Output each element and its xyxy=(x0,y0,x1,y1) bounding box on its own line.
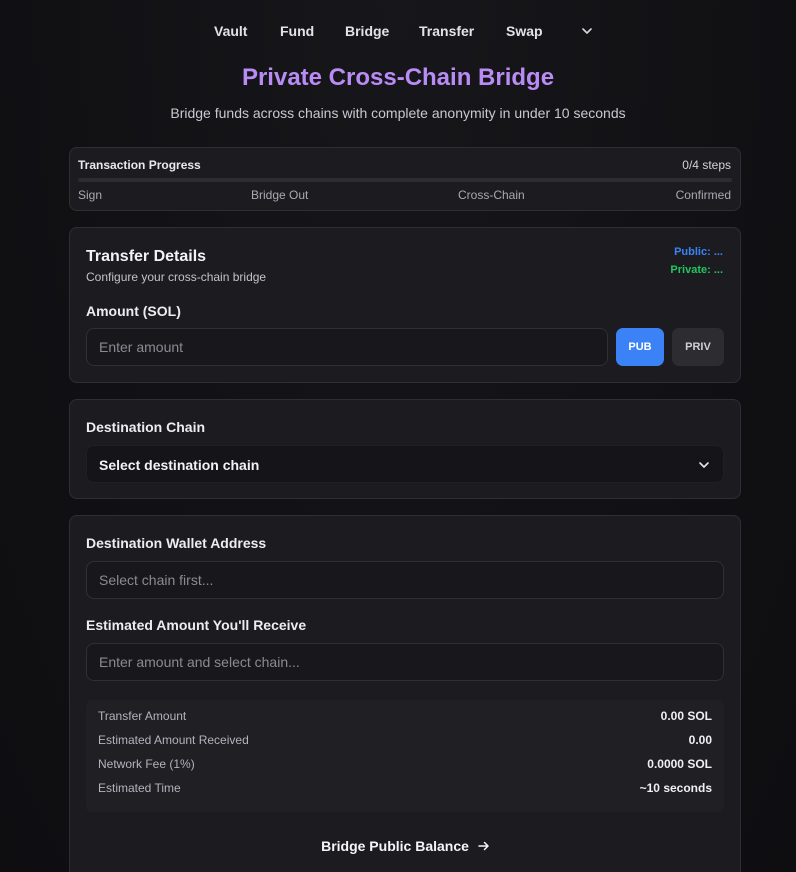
priv-button[interactable]: PRIV xyxy=(672,328,724,366)
step-confirmed: Confirmed xyxy=(675,188,731,202)
public-balance: Public: ... xyxy=(674,246,723,258)
page-subtitle: Bridge funds across chains with complete… xyxy=(170,105,626,121)
transfer-summary: Transfer Amount 0.00 SOL Estimated Amoun… xyxy=(86,700,724,812)
amount-input[interactable] xyxy=(86,328,608,366)
step-cross-chain: Cross-Chain xyxy=(458,188,525,202)
nav-swap[interactable]: Swap xyxy=(506,23,543,39)
destination-chain-label: Destination Chain xyxy=(86,419,206,435)
arrow-right-icon xyxy=(478,841,489,851)
pub-button[interactable]: PUB xyxy=(616,328,664,366)
wallet-address-label: Destination Wallet Address xyxy=(86,535,267,551)
estimated-amount-field[interactable] xyxy=(86,643,724,681)
summary-value: 0.00 xyxy=(688,733,712,747)
nav-transfer[interactable]: Transfer xyxy=(419,23,474,39)
nav-vault[interactable]: Vault xyxy=(214,23,247,39)
nav-bridge[interactable]: Bridge xyxy=(345,23,389,39)
chevron-down-icon[interactable] xyxy=(580,24,594,38)
progress-count: 0/4 steps xyxy=(682,158,731,172)
summary-row: Estimated Time ~10 seconds xyxy=(98,781,712,797)
destination-wallet-card: Destination Wallet Address Estimated Amo… xyxy=(69,515,741,872)
estimated-amount-label: Estimated Amount You'll Receive xyxy=(86,617,307,633)
destination-chain-select[interactable]: Select destination chain xyxy=(86,445,724,483)
destination-chain-value: Select destination chain xyxy=(99,457,260,473)
summary-label: Network Fee (1%) xyxy=(98,757,195,771)
summary-row: Network Fee (1%) 0.0000 SOL xyxy=(98,757,712,773)
wallet-address-input[interactable] xyxy=(86,561,724,599)
nav-fund[interactable]: Fund xyxy=(280,23,314,39)
transfer-details-subtitle: Configure your cross-chain bridge xyxy=(86,270,267,284)
transfer-details-card: Transfer Details Configure your cross-ch… xyxy=(69,227,741,383)
progress-card: Transaction Progress 0/4 steps Sign Brid… xyxy=(69,147,741,211)
summary-row: Estimated Amount Received 0.00 xyxy=(98,733,712,749)
summary-value: 0.00 SOL xyxy=(660,709,712,723)
bridge-button-label: Bridge Public Balance xyxy=(321,838,469,854)
summary-value: ~10 seconds xyxy=(639,781,712,795)
summary-label: Transfer Amount xyxy=(98,709,187,723)
progress-label: Transaction Progress xyxy=(78,158,201,172)
top-nav: Vault Fund Bridge Transfer Swap xyxy=(0,0,796,62)
summary-row: Transfer Amount 0.00 SOL xyxy=(98,709,712,725)
page-title: Private Cross-Chain Bridge xyxy=(241,64,555,91)
summary-value: 0.0000 SOL xyxy=(647,757,712,771)
chevron-down-icon xyxy=(699,462,709,468)
summary-label: Estimated Time xyxy=(98,781,181,795)
step-bridge-out: Bridge Out xyxy=(251,188,309,202)
private-balance: Private: ... xyxy=(670,264,723,276)
bridge-public-balance-button[interactable]: Bridge Public Balance xyxy=(290,834,522,858)
amount-label: Amount (SOL) xyxy=(86,303,181,319)
step-sign: Sign xyxy=(78,188,103,202)
transfer-details-title: Transfer Details xyxy=(86,248,207,265)
progress-bar xyxy=(78,178,732,182)
destination-chain-card: Destination Chain Select destination cha… xyxy=(69,399,741,499)
summary-label: Estimated Amount Received xyxy=(98,733,249,747)
